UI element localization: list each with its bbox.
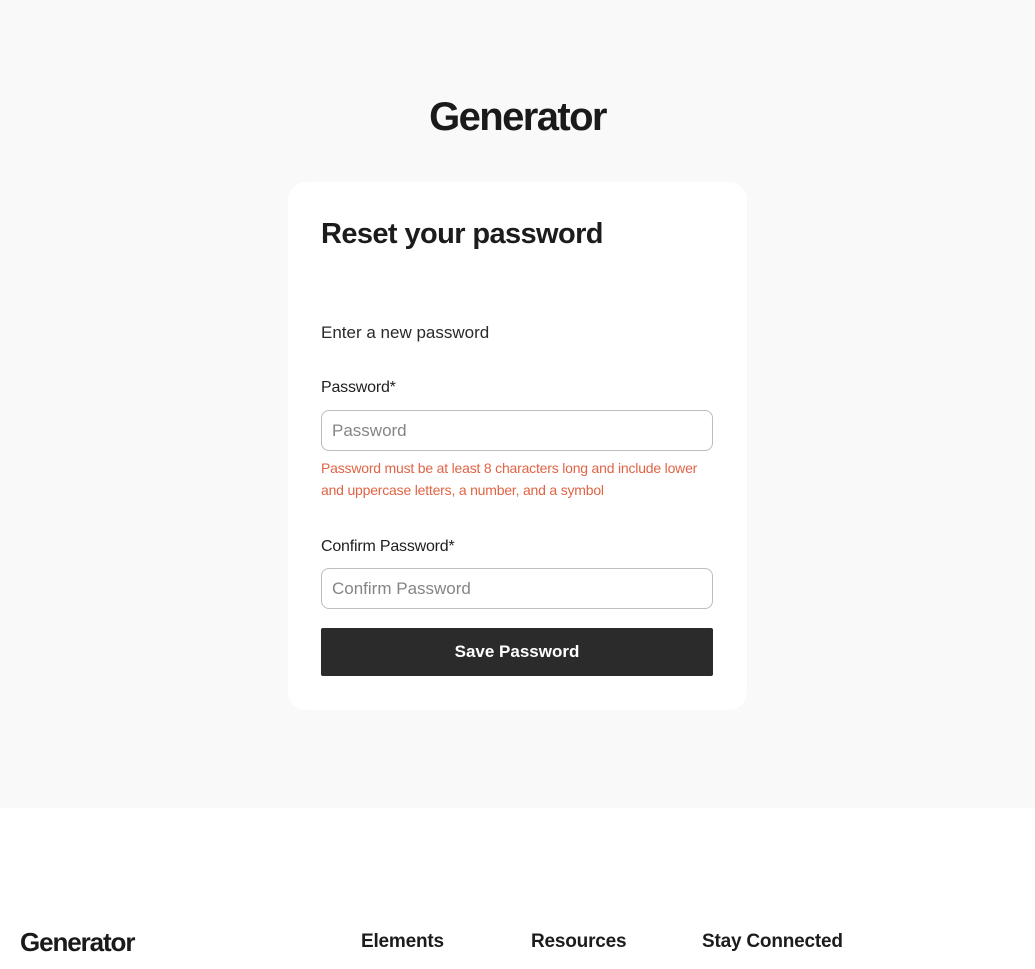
password-label: Password* xyxy=(321,379,396,396)
card-subtitle: Enter a new password xyxy=(321,323,490,342)
main-area: Generator Reset your password Enter a ne… xyxy=(0,0,1035,808)
card-title: Reset your password xyxy=(321,218,604,250)
password-input[interactable] xyxy=(321,410,713,451)
footer-logo[interactable]: Generator xyxy=(20,926,135,958)
footer: Generator Elements Resources Stay Connec… xyxy=(0,808,1035,969)
footer-heading-stay-connected: Stay Connected xyxy=(702,931,843,952)
footer-heading-elements: Elements xyxy=(361,931,444,952)
confirm-password-label: Confirm Password* xyxy=(321,538,455,555)
confirm-password-input[interactable] xyxy=(321,568,713,609)
brand-logo[interactable]: Generator xyxy=(0,92,1035,142)
save-password-button[interactable]: Save Password xyxy=(321,628,713,676)
footer-heading-resources: Resources xyxy=(531,931,627,952)
password-error-message: Password must be at least 8 characters l… xyxy=(321,460,698,498)
reset-password-card: Reset your password Enter a new password… xyxy=(288,182,747,710)
